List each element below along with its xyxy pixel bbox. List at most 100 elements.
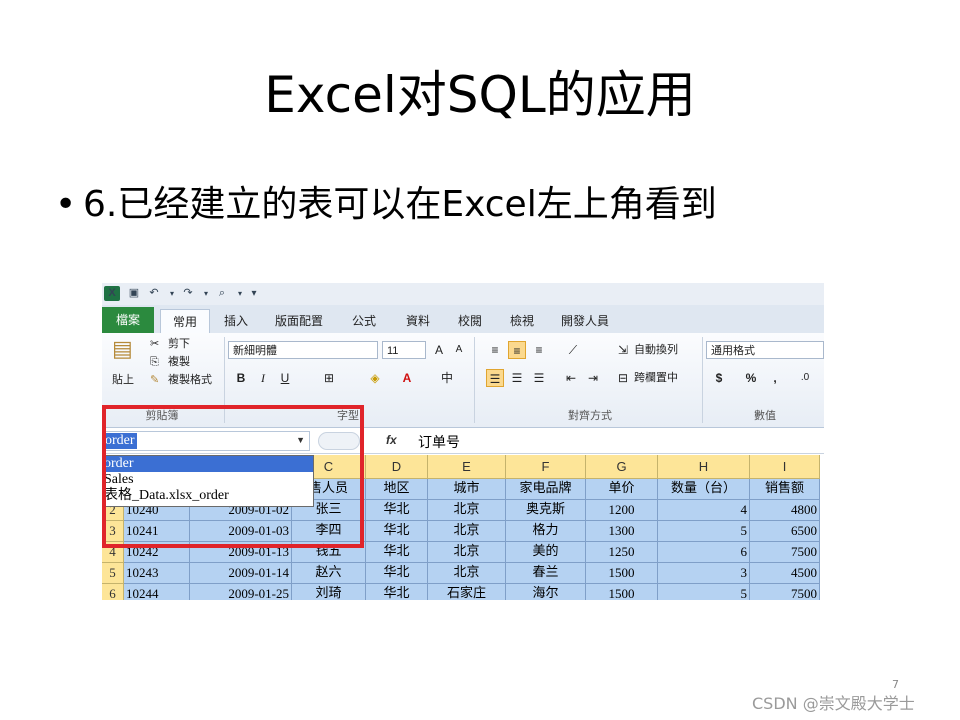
table-cell[interactable]: 1500 [586, 563, 658, 584]
align-left-icon[interactable]: ☰ [486, 369, 504, 387]
increase-indent-icon[interactable]: ⇥ [584, 369, 602, 387]
format-painter-button[interactable]: 複製格式 [168, 373, 212, 387]
align-bottom-icon[interactable]: ≡ [530, 341, 548, 359]
table-cell[interactable]: 销售额 [750, 479, 820, 500]
table-cell[interactable]: 7500 [750, 584, 820, 600]
column-header[interactable]: H [658, 455, 750, 479]
table-cell[interactable]: 4500 [750, 563, 820, 584]
table-cell[interactable]: 1250 [586, 542, 658, 563]
copy-icon[interactable]: ⎘ [150, 355, 159, 369]
table-cell[interactable]: 10244 [124, 584, 190, 600]
bold-button[interactable]: B [232, 369, 250, 387]
table-cell[interactable]: 北京 [428, 563, 506, 584]
table-cell[interactable]: 北京 [428, 542, 506, 563]
table-cell[interactable]: 3 [658, 563, 750, 584]
table-cell[interactable]: 单价 [586, 479, 658, 500]
table-cell[interactable]: 4 [658, 500, 750, 521]
column-header[interactable]: D [366, 455, 428, 479]
redo-icon[interactable]: ↷ [180, 286, 196, 301]
decrease-indent-icon[interactable]: ⇤ [562, 369, 580, 387]
table-cell[interactable]: 赵六 [292, 563, 366, 584]
paste-button[interactable]: 貼上 [112, 373, 134, 387]
tab-data[interactable]: 資料 [394, 309, 442, 333]
font-size-select[interactable]: 11 [382, 341, 426, 359]
table-cell[interactable]: 华北 [366, 563, 428, 584]
font-name-select[interactable]: 新細明體 [228, 341, 378, 359]
table-cell[interactable]: 北京 [428, 500, 506, 521]
table-cell[interactable]: 春兰 [506, 563, 586, 584]
tab-developer[interactable]: 開發人員 [552, 309, 618, 333]
table-cell[interactable]: 5 [658, 521, 750, 542]
align-top-icon[interactable]: ≡ [486, 341, 504, 359]
table-cell[interactable]: 石家庄 [428, 584, 506, 600]
percent-button[interactable]: % [742, 369, 760, 387]
merge-center-button[interactable]: 跨欄置中 [634, 371, 678, 385]
align-center-icon[interactable]: ☰ [508, 369, 526, 387]
table-cell[interactable]: 华北 [366, 500, 428, 521]
table-cell[interactable]: 数量（台） [658, 479, 750, 500]
paste-icon[interactable]: ▤ [112, 337, 133, 361]
table-cell[interactable]: 6 [658, 542, 750, 563]
table-cell[interactable]: 北京 [428, 521, 506, 542]
grow-font-icon[interactable]: A [430, 341, 448, 359]
table-cell[interactable]: 地区 [366, 479, 428, 500]
table-cell[interactable]: 7500 [750, 542, 820, 563]
table-cell[interactable]: 华北 [366, 521, 428, 542]
font-color-icon[interactable]: A [398, 369, 416, 387]
shrink-font-icon[interactable]: A [450, 341, 468, 359]
table-cell[interactable]: 10243 [124, 563, 190, 584]
table-cell[interactable]: 刘琦 [292, 584, 366, 600]
format-painter-icon[interactable]: ✎ [150, 373, 159, 387]
wrap-text-icon[interactable]: ⇲ [614, 341, 632, 359]
underline-button[interactable]: U [276, 369, 294, 387]
column-header[interactable]: E [428, 455, 506, 479]
italic-button[interactable]: I [254, 369, 272, 387]
table-cell[interactable]: 华北 [366, 542, 428, 563]
table-cell[interactable]: 1500 [586, 584, 658, 600]
number-format-select[interactable]: 通用格式 [706, 341, 824, 359]
table-cell[interactable]: 格力 [506, 521, 586, 542]
merge-center-icon[interactable]: ⊟ [614, 369, 632, 387]
orientation-icon[interactable]: ⟋ [564, 341, 582, 359]
table-cell[interactable]: 奥克斯 [506, 500, 586, 521]
align-middle-icon[interactable]: ≡ [508, 341, 526, 359]
tab-view[interactable]: 檢視 [498, 309, 546, 333]
comma-button[interactable]: , [766, 369, 784, 387]
column-header[interactable]: I [750, 455, 820, 479]
fill-color-icon[interactable]: ◈ [366, 369, 384, 387]
table-cell[interactable]: 5 [658, 584, 750, 600]
table-cell[interactable]: 海尔 [506, 584, 586, 600]
phonetic-icon[interactable]: 中 [438, 369, 456, 387]
tab-insert[interactable]: 插入 [214, 309, 258, 333]
table-cell[interactable]: 6500 [750, 521, 820, 542]
tab-review[interactable]: 校閱 [446, 309, 494, 333]
tab-formulas[interactable]: 公式 [340, 309, 388, 333]
cut-icon[interactable]: ✂ [150, 337, 159, 351]
row-header[interactable]: 5 [102, 563, 124, 584]
tab-file[interactable]: 檔案 [102, 307, 154, 333]
increase-decimal-icon[interactable]: .0 [796, 369, 814, 387]
align-right-icon[interactable]: ☰ [530, 369, 548, 387]
wrap-text-button[interactable]: 自動換列 [634, 343, 678, 357]
table-cell[interactable]: 美的 [506, 542, 586, 563]
borders-icon[interactable]: ⊞ [320, 369, 338, 387]
table-cell[interactable]: 4800 [750, 500, 820, 521]
currency-button[interactable]: $ [710, 369, 728, 387]
redo-dropdown-icon[interactable]: ▾ [198, 286, 214, 301]
table-cell[interactable]: 2009-01-14 [190, 563, 292, 584]
column-header[interactable]: G [586, 455, 658, 479]
insert-function-button[interactable]: fx [386, 433, 397, 447]
table-cell[interactable]: 华北 [366, 584, 428, 600]
table-cell[interactable]: 2009-01-25 [190, 584, 292, 600]
table-cell[interactable]: 1300 [586, 521, 658, 542]
column-header[interactable]: F [506, 455, 586, 479]
table-cell[interactable]: 1200 [586, 500, 658, 521]
tab-page-layout[interactable]: 版面配置 [266, 309, 332, 333]
cut-button[interactable]: 剪下 [168, 337, 190, 351]
save-icon[interactable]: ▣ [126, 286, 142, 301]
print-preview-icon[interactable]: ⌕ [214, 286, 230, 301]
table-cell[interactable]: 城市 [428, 479, 506, 500]
undo-icon[interactable]: ↶ [146, 286, 162, 301]
customize-qat-icon[interactable]: ▾ [246, 286, 262, 301]
copy-button[interactable]: 複製 [168, 355, 190, 369]
